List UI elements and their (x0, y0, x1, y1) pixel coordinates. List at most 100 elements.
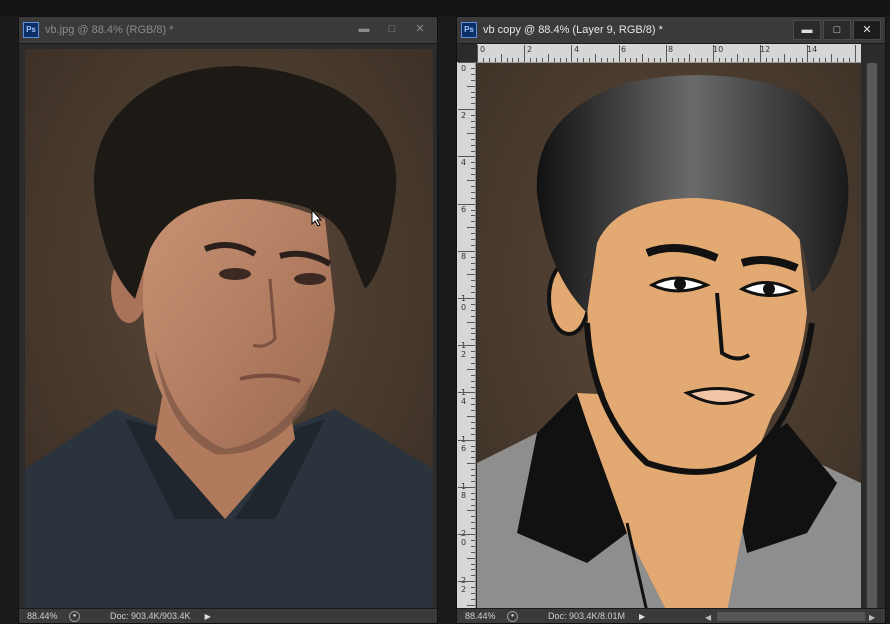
ruler-tick (471, 185, 475, 187)
ruler-tick (813, 58, 815, 62)
horizontal-scrollbar[interactable] (717, 612, 865, 621)
zoom-level[interactable]: 88.44% (19, 611, 63, 621)
ruler-label: 2 2 (461, 576, 467, 594)
maximize-button[interactable]: □ (379, 20, 405, 38)
ruler-tick (471, 563, 475, 565)
ruler-tick (577, 58, 579, 62)
ruler-tick (471, 126, 475, 128)
document-window-original[interactable]: Ps vb.jpg @ 88.4% (RGB/8) * ▬ □ ✕ 88.44%… (18, 16, 438, 624)
ruler-tick (718, 58, 720, 62)
scroll-left-arrow-icon[interactable]: ◀ (705, 613, 711, 622)
ruler-tick (471, 587, 475, 589)
ruler-tick (648, 58, 650, 62)
document-window-copy[interactable]: Ps vb copy @ 88.4% (Layer 9, RGB/8) * ▬ … (456, 16, 886, 624)
status-menu-arrow-icon[interactable]: ▶ (205, 612, 211, 621)
ruler-tick (654, 58, 655, 62)
ruler-label: 0 (480, 45, 486, 54)
ruler-tick (471, 244, 475, 246)
ruler-tick (467, 85, 475, 87)
ruler-tick (471, 433, 475, 435)
ruler-tick (860, 58, 861, 62)
vertical-scrollbar[interactable] (865, 63, 879, 612)
ruler-tick (665, 45, 667, 62)
ruler-label: 4 (461, 158, 467, 167)
ruler-tick (766, 58, 768, 62)
ruler-tick (783, 54, 785, 62)
ruler-tick (458, 486, 475, 488)
ruler-tick (471, 528, 475, 530)
scrollbar-thumb[interactable] (867, 63, 877, 608)
ruler-tick (683, 58, 685, 62)
ruler-tick (471, 457, 475, 459)
ruler-tick (471, 91, 475, 93)
zoom-circle-icon[interactable]: ● (69, 610, 80, 622)
ruler-tick (471, 262, 475, 264)
ruler-tick (471, 593, 475, 594)
ruler-label: 1 4 (461, 388, 467, 406)
ruler-label: 1 0 (461, 294, 467, 312)
ruler-label: 14 (807, 45, 818, 54)
close-button[interactable]: ✕ (853, 20, 881, 40)
window-title: vb.jpg @ 88.4% (RGB/8) * (45, 24, 174, 36)
ruler-tick (467, 321, 475, 323)
status-menu-arrow-icon[interactable]: ▶ (639, 612, 645, 621)
ruler-tick (471, 380, 475, 382)
ruler-tick (471, 115, 475, 117)
photoshop-icon: Ps (23, 22, 39, 38)
ruler-tick (471, 427, 475, 429)
ruler-tick (471, 386, 475, 388)
ruler-tick (471, 575, 475, 577)
scroll-right-arrow-icon[interactable]: ▶ (869, 613, 875, 622)
horizontal-ruler[interactable]: 0 2 4 6 8 10 12 14 (477, 44, 861, 63)
ruler-tick (565, 58, 567, 62)
photoshop-icon: Ps (461, 22, 477, 38)
document-canvas-cartoon[interactable] (477, 63, 861, 612)
ruler-label: 12 (760, 45, 771, 54)
ruler-tick (471, 292, 475, 294)
maximize-button[interactable]: □ (823, 20, 851, 40)
ruler-tick (807, 45, 809, 62)
ruler-tick (471, 221, 475, 223)
zoom-level[interactable]: 88.44% (457, 611, 501, 621)
document-size-info: Doc: 903.4K/8.01M (548, 611, 626, 621)
ruler-tick (831, 54, 832, 62)
ruler-tick (671, 58, 673, 62)
document-size-info: Doc: 903.4K/903.4K (110, 611, 191, 621)
document-canvas-photo[interactable] (25, 49, 433, 609)
ruler-tick (467, 416, 475, 417)
window-titlebar[interactable]: Ps vb.jpg @ 88.4% (RGB/8) * ▬ □ ✕ (19, 17, 437, 44)
minimize-button[interactable]: ▬ (793, 20, 821, 40)
ruler-label: 8 (461, 252, 467, 261)
zoom-circle-icon[interactable]: ● (507, 610, 518, 622)
ruler-tick (471, 445, 475, 447)
vertical-ruler[interactable]: 0 2 4 6 8 1 0 1 2 1 4 1 6 1 8 2 0 2 2 (457, 62, 476, 612)
ruler-tick (595, 54, 596, 62)
ruler-tick (467, 604, 475, 606)
ruler-tick (471, 357, 475, 358)
ruler-tick (471, 309, 475, 311)
ruler-tick (467, 180, 475, 181)
ruler-tick (458, 250, 475, 252)
cartoon-portrait-image (477, 63, 861, 612)
ruler-label: 1 6 (461, 435, 467, 453)
ruler-tick (801, 58, 803, 62)
ruler-tick (471, 268, 475, 270)
ruler-tick (471, 239, 475, 240)
ruler-tick (724, 58, 726, 62)
ruler-tick (467, 274, 475, 276)
ruler-tick (467, 368, 475, 370)
ruler-tick (471, 286, 475, 288)
ruler-tick (471, 545, 475, 547)
status-bar: 88.44% ● Doc: 903.4K/903.4K ▶ (19, 608, 437, 623)
ruler-tick (583, 58, 585, 62)
ruler-tick (471, 209, 475, 211)
close-button[interactable]: ✕ (407, 20, 433, 38)
ruler-tick (848, 58, 850, 62)
ruler-tick (471, 522, 475, 524)
ruler-tick (471, 138, 475, 140)
ruler-tick (854, 45, 856, 62)
ruler-tick (471, 191, 475, 193)
ruler-tick (789, 58, 791, 62)
minimize-button[interactable]: ▬ (351, 20, 377, 38)
window-titlebar[interactable]: Ps vb copy @ 88.4% (Layer 9, RGB/8) * ▬ … (457, 17, 885, 44)
